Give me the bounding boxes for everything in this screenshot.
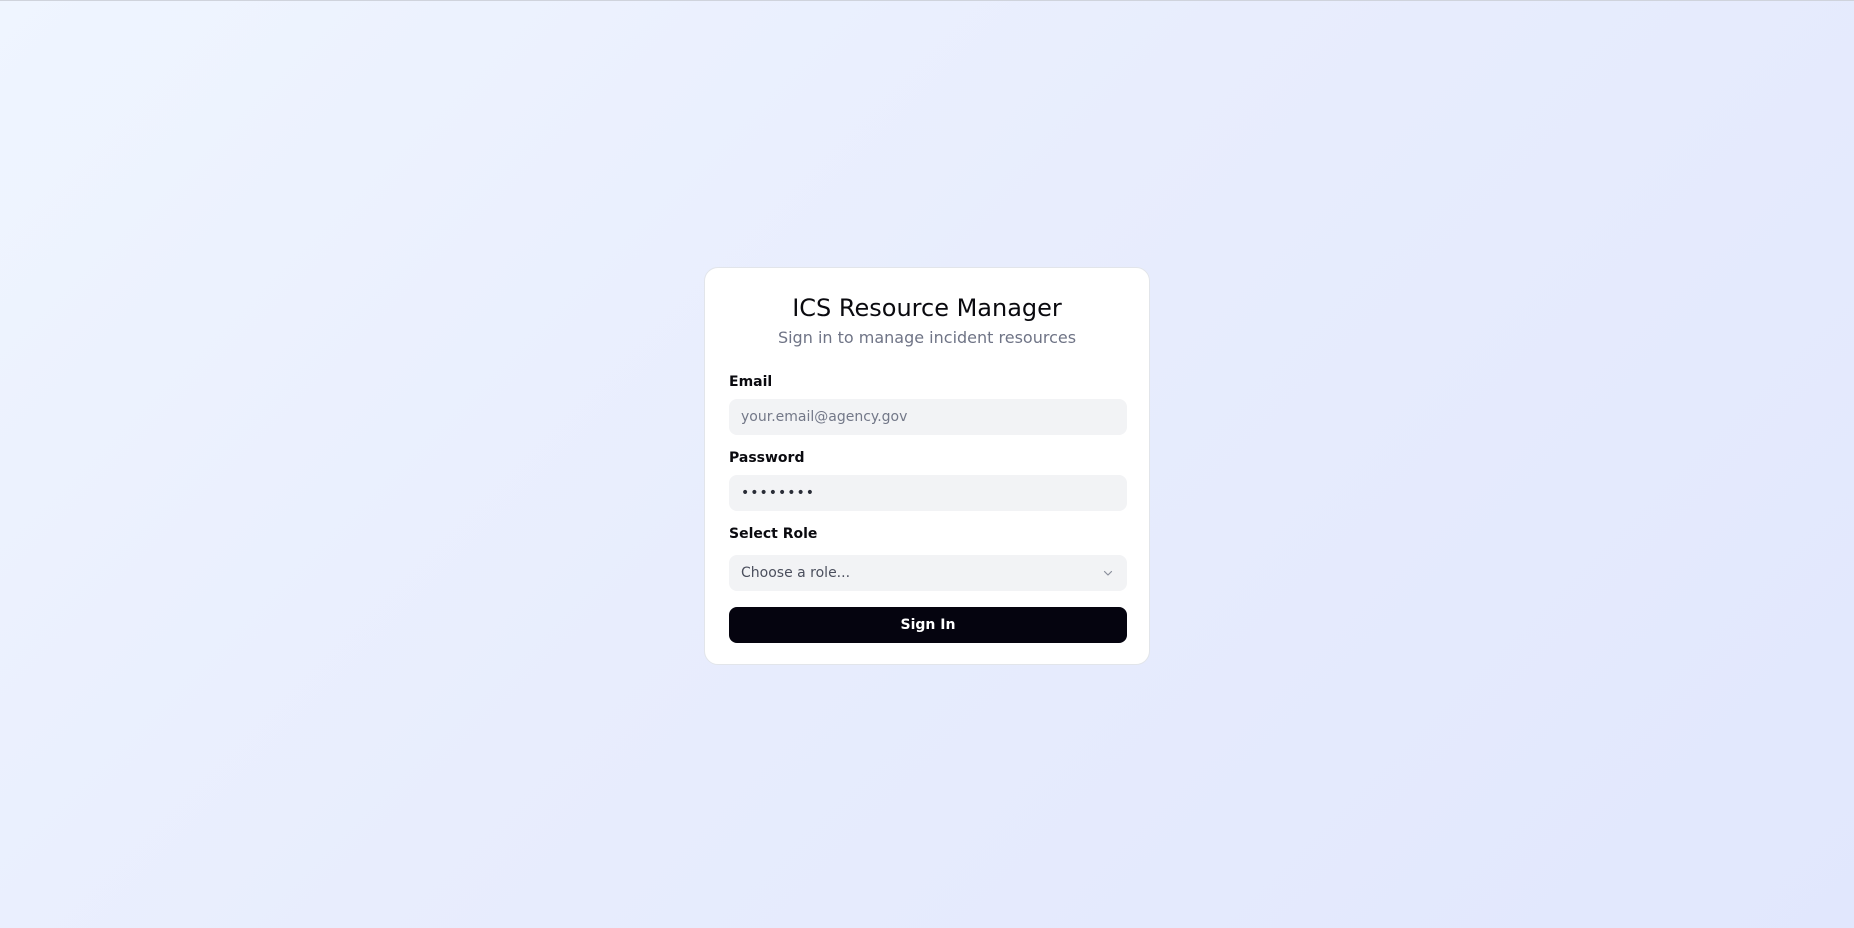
app-title: ICS Resource Manager xyxy=(792,294,1062,322)
chevron-down-icon xyxy=(1101,566,1115,580)
sign-in-button[interactable]: Sign In xyxy=(729,607,1127,643)
password-field-group: Password xyxy=(729,449,1127,511)
password-label: Password xyxy=(729,450,805,466)
role-label: Select Role xyxy=(729,526,818,542)
email-field-group: Email xyxy=(729,373,1127,435)
login-form: Email Password Select Role Choose a role… xyxy=(729,373,1127,643)
role-select[interactable]: Choose a role... xyxy=(729,555,1127,591)
email-label: Email xyxy=(729,374,773,390)
password-input[interactable] xyxy=(729,475,1127,511)
role-select-value: Choose a role... xyxy=(741,565,851,581)
login-card: ICS Resource Manager Sign in to manage i… xyxy=(704,267,1150,665)
email-input[interactable] xyxy=(729,399,1127,435)
app-subtitle: Sign in to manage incident resources xyxy=(777,328,1077,347)
role-field-group: Select Role Choose a role... xyxy=(729,525,1127,591)
